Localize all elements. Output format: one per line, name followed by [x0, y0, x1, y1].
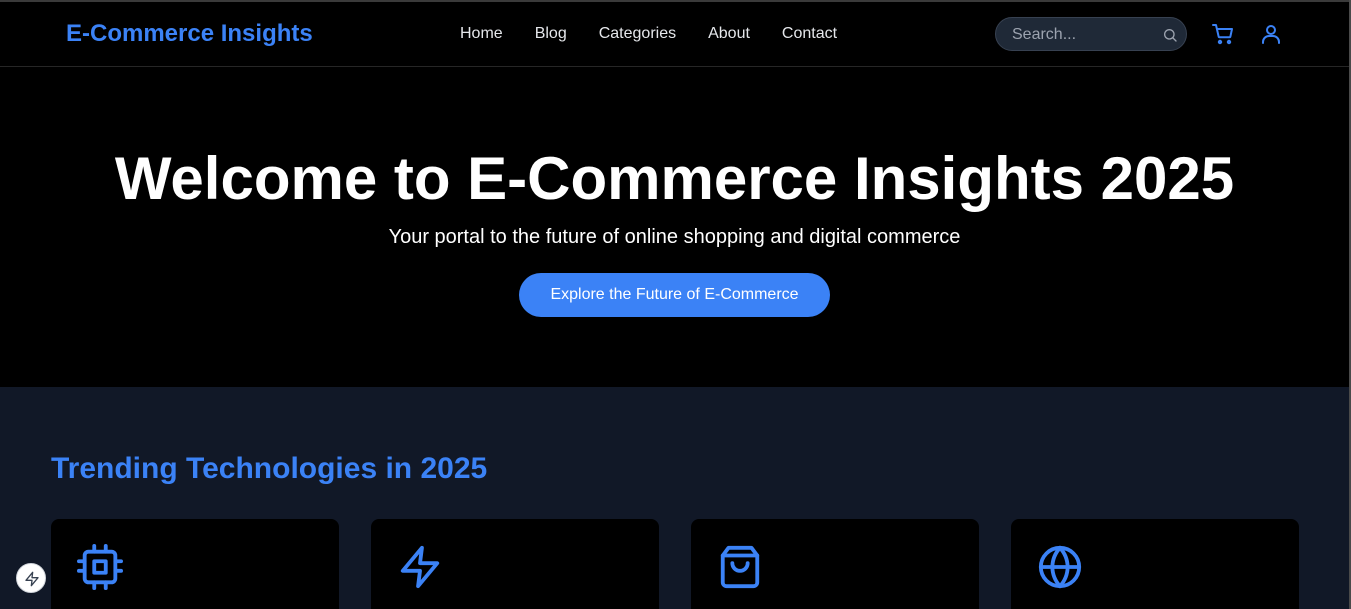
lightning-icon [400, 545, 440, 589]
nav-contact[interactable]: Contact [782, 25, 837, 43]
bolt-icon [25, 571, 39, 587]
dev-tools-badge[interactable] [16, 563, 46, 593]
trending-heading: Trending Technologies in 2025 [51, 452, 488, 485]
nav-categories[interactable]: Categories [599, 25, 676, 43]
nav-blog[interactable]: Blog [535, 25, 567, 43]
cart-icon[interactable] [1211, 22, 1235, 46]
user-icon[interactable] [1259, 22, 1283, 46]
tech-card-cpu[interactable] [51, 519, 339, 609]
hero-section: Welcome to E-Commerce Insights 2025 Your… [0, 68, 1349, 387]
tech-card-lightning[interactable] [371, 519, 659, 609]
search-icon[interactable] [1162, 27, 1178, 43]
cpu-icon [77, 544, 123, 590]
shopping-bag-icon [720, 545, 760, 589]
nav-home[interactable]: Home [460, 25, 503, 43]
hero-subtitle: Your portal to the future of online shop… [388, 226, 961, 248]
tech-card-shopping[interactable] [691, 519, 979, 609]
search-input[interactable] [1012, 25, 1152, 45]
brand-logo[interactable]: E-Commerce Insights [66, 20, 313, 48]
nav-about[interactable]: About [708, 25, 750, 43]
globe-icon [1038, 545, 1082, 589]
trending-section: Trending Technologies in 2025 [0, 387, 1349, 609]
explore-button[interactable]: Explore the Future of E-Commerce [519, 273, 830, 317]
site-header: E-Commerce Insights Home Blog Categories… [0, 2, 1349, 67]
tech-card-globe[interactable] [1011, 519, 1299, 609]
search-box [995, 17, 1187, 51]
main-nav: Home Blog Categories About Contact [460, 25, 837, 43]
hero-title: Welcome to E-Commerce Insights 2025 [114, 145, 1235, 212]
